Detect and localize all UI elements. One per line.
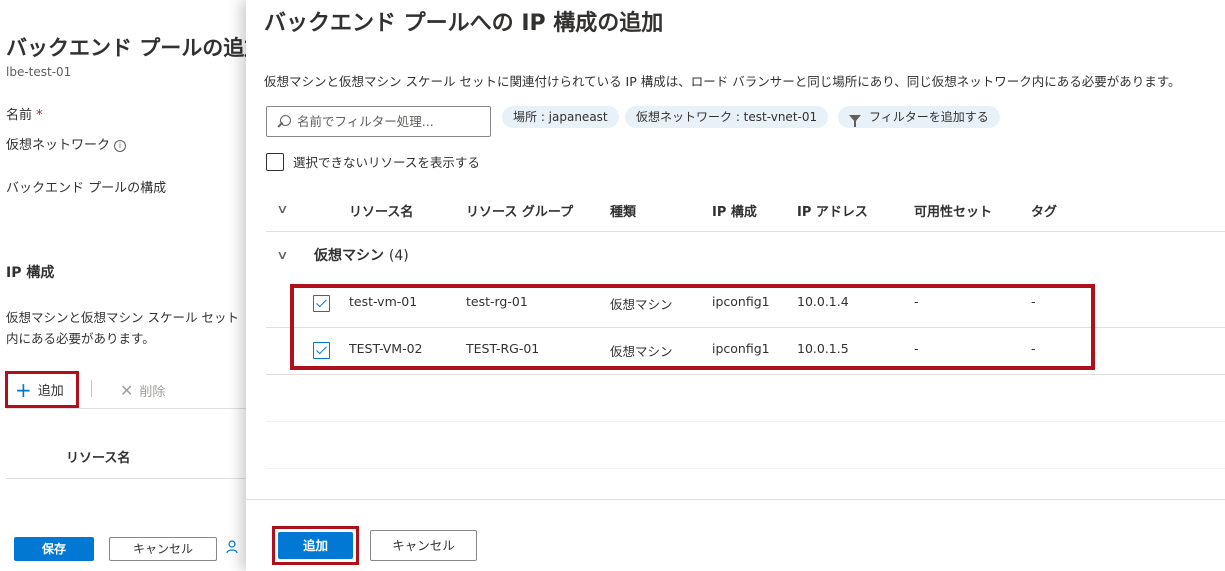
close-icon: ✕ [120,380,134,400]
group-label: 仮想マシン [314,248,384,264]
blade-subtitle: lbe-test-01 [6,65,72,79]
blade-delete-label: 削除 [139,385,166,400]
divider [6,408,246,409]
blade-delete-button[interactable]: ✕ 削除 [120,381,165,400]
header-divider [266,231,1225,232]
required-marker: * [36,108,43,123]
column-ip-address[interactable]: IP アドレス [797,201,868,220]
panel-title: バックエンド プールへの IP 構成の追加 [264,11,664,36]
plus-icon: + [15,377,32,402]
column-resource-name[interactable]: リソース名 [349,201,413,220]
name-label-text: 名前 [6,108,33,123]
column-resource-group[interactable]: リソース グループ [466,201,573,220]
ip-config-heading: IP 構成 [6,265,55,281]
filter-search-box[interactable] [266,106,491,137]
cancel-button[interactable]: キャンセル [370,530,477,561]
column-ip-config[interactable]: IP 構成 [712,201,757,220]
page: バックエンド プールの追加 lbe-test-01 名前 * 仮想ネットワーク i… [0,0,1225,571]
row-divider [266,374,1225,375]
filter-pill-location[interactable]: 場所 : japaneast [502,106,619,128]
show-unselectable-toggle[interactable]: 選択できないリソースを表示する [266,152,480,171]
group-count: (4) [388,248,409,264]
vnet-label-text: 仮想ネットワーク [6,138,111,153]
ip-desc-line1: 仮想マシンと仮想マシン スケール セット [6,310,239,325]
blade-cancel-button[interactable]: キャンセル [109,537,217,561]
ip-config-description: 仮想マシンと仮想マシン スケール セット 内にある必要があります。 [6,307,246,349]
group-vm[interactable]: 仮想マシン (4) [314,245,409,265]
panel-description: 仮想マシンと仮想マシン スケール セットに関連付けられている IP 構成は、ロー… [264,74,1181,89]
add-button-highlight: 追加 [272,526,359,565]
toolbar-separator [91,380,92,397]
divider [6,478,246,479]
show-unselectable-checkbox[interactable] [266,152,284,171]
column-type[interactable]: 種類 [610,201,636,220]
vnet-label: 仮想ネットワーク i [6,134,127,153]
info-icon[interactable]: i [114,140,127,152]
column-availability-set[interactable]: 可用性セット [914,201,992,220]
name-label: 名前 * [6,104,43,123]
column-tags[interactable]: タグ [1031,201,1057,220]
config-label: バックエンド プールの構成 [6,181,167,196]
add-button[interactable]: 追加 [278,532,353,559]
save-button[interactable]: 保存 [14,537,94,561]
footer-divider [246,499,1225,500]
add-filter-label: フィルターを追加する [869,110,989,124]
expand-all-chevron-icon[interactable]: ∨ [276,202,288,216]
row-divider [266,468,1225,469]
row-divider [266,421,1225,422]
search-input[interactable] [297,114,477,129]
show-unselectable-label: 選択できないリソースを表示する [293,155,480,170]
blade-title: バックエンド プールの追加 [6,36,246,60]
add-ip-config-panel: バックエンド プールへの IP 構成の追加 仮想マシンと仮想マシン スケール セ… [246,0,1225,571]
background-blade: バックエンド プールの追加 lbe-test-01 名前 * 仮想ネットワーク i… [0,0,246,571]
filter-icon [849,114,861,127]
ip-desc-line2: 内にある必要があります。 [6,331,155,346]
search-icon [277,114,291,129]
filter-pill-vnet[interactable]: 仮想ネットワーク : test-vnet-01 [625,106,829,128]
feedback-icon[interactable] [226,539,242,559]
add-filter-button[interactable]: フィルターを追加する [838,106,1000,128]
blade-add-label: 追加 [37,384,64,399]
blade-column-resource-name: リソース名 [66,451,131,466]
selected-rows-highlight [290,284,1095,370]
group-collapse-chevron-icon[interactable]: ∨ [276,248,288,262]
blade-add-button[interactable]: + 追加 [5,371,79,408]
